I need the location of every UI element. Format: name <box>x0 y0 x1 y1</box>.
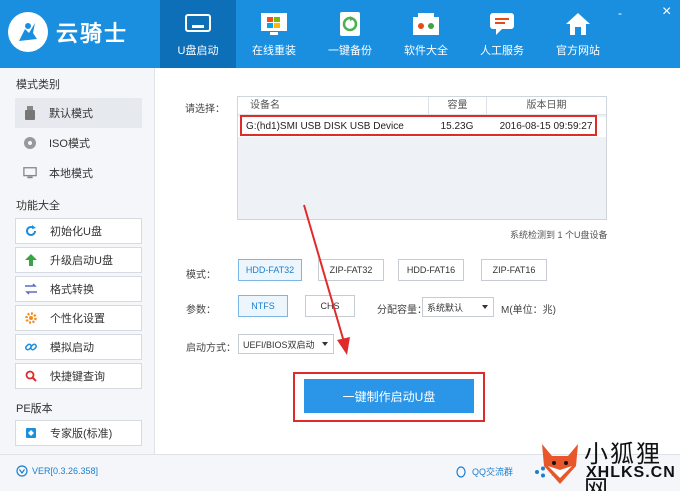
watermark-domain: XHLKS.CN <box>586 464 676 481</box>
qq-group-link[interactable]: QQ交流群 <box>455 465 513 478</box>
version-icon <box>16 465 28 477</box>
version-text: VER[0.3.26.358] <box>32 466 99 476</box>
watermark: 小狐狸网 XHLKS.CN <box>534 434 680 491</box>
version-info: VER[0.3.26.358] <box>16 465 98 477</box>
make-boot-usb-button[interactable]: 一键制作启动U盘 <box>304 379 474 413</box>
watermark-title: 小狐狸网 <box>584 440 662 491</box>
fox-logo-icon <box>542 444 578 484</box>
qq-label: QQ交流群 <box>472 467 514 477</box>
qq-icon <box>456 465 466 478</box>
